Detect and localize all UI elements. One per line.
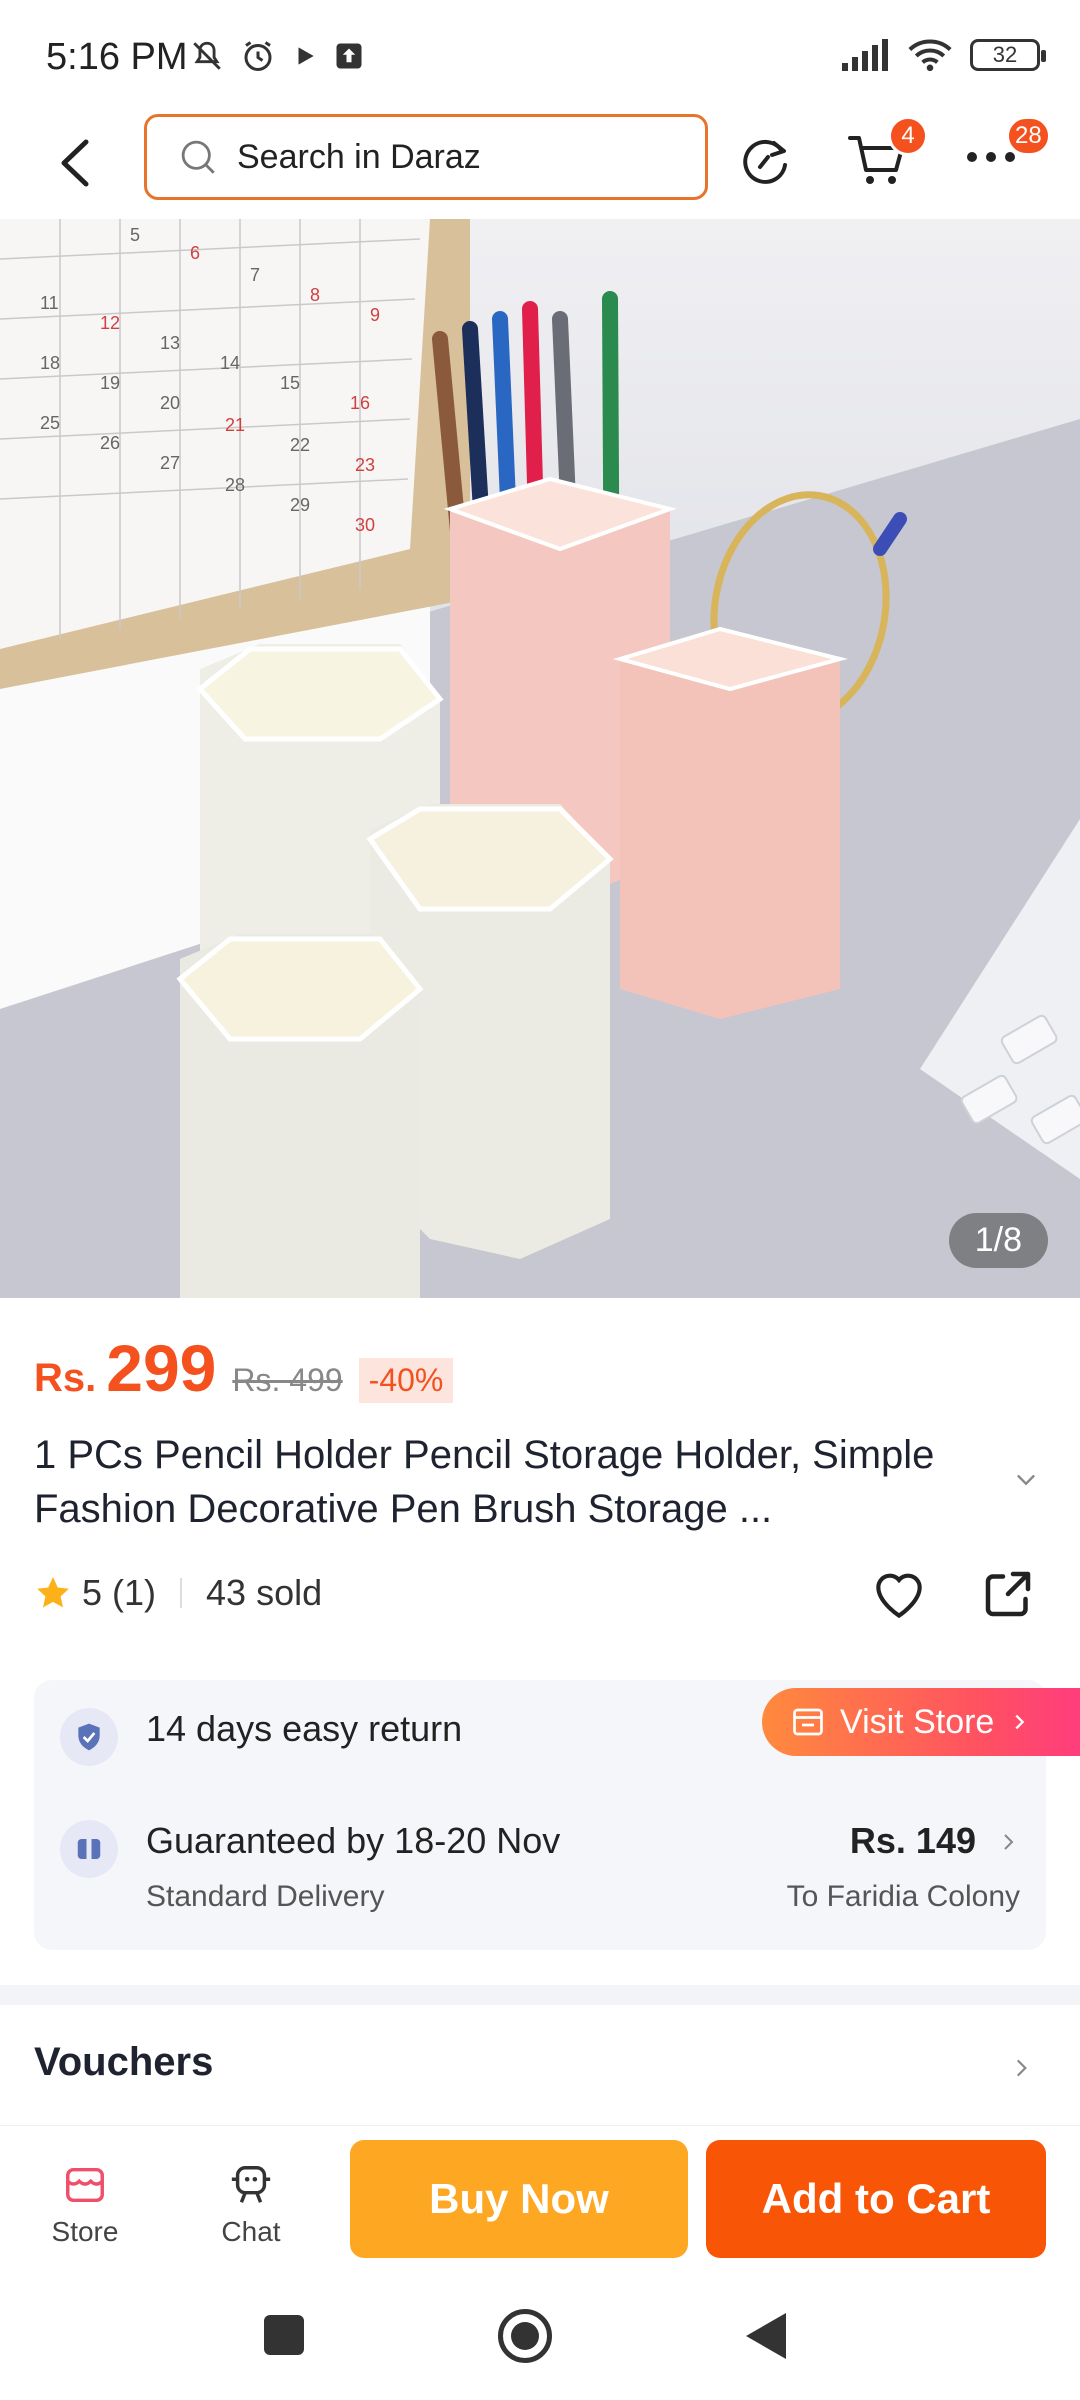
chevron-right-icon bbox=[1015, 1714, 1025, 1730]
visit-store-button[interactable]: Visit Store bbox=[762, 1688, 1080, 1756]
upload-icon bbox=[336, 43, 362, 69]
search-bar[interactable]: Search in Daraz bbox=[144, 114, 708, 200]
divider bbox=[180, 1578, 183, 1608]
chat-label: Chat bbox=[221, 2216, 281, 2247]
cart-button[interactable]: 4 bbox=[840, 116, 930, 200]
home-button[interactable] bbox=[498, 2309, 552, 2363]
price-value: 299 bbox=[106, 1331, 217, 1405]
return-policy: 14 days easy return bbox=[146, 1708, 463, 1749]
rating-row[interactable]: 5 (1) 43 sold bbox=[34, 1572, 322, 1614]
svg-text:11: 11 bbox=[40, 293, 59, 313]
play-icon bbox=[298, 47, 314, 65]
svg-text:8: 8 bbox=[310, 285, 320, 305]
delivery-box-icon bbox=[60, 1820, 118, 1878]
chevron-right-icon[interactable] bbox=[1008, 2055, 1034, 2081]
status-bar: 5:16 PM 32 bbox=[0, 0, 1080, 110]
original-price: Rs. 499 bbox=[232, 1362, 343, 1398]
status-right-icons: 32 bbox=[840, 38, 1046, 72]
svg-text:22: 22 bbox=[290, 435, 310, 455]
store-icon bbox=[66, 2167, 104, 2203]
battery-level: 32 bbox=[992, 42, 1018, 67]
store-label: Store bbox=[51, 2216, 119, 2247]
delivery-destination: To Faridia Colony bbox=[786, 1880, 1020, 1913]
svg-text:15: 15 bbox=[280, 373, 300, 393]
heart-icon[interactable] bbox=[868, 1564, 930, 1626]
search-icon bbox=[181, 140, 215, 174]
home-dot bbox=[511, 2322, 539, 2350]
sold-count: 43 sold bbox=[206, 1572, 323, 1613]
section-divider bbox=[0, 1985, 1080, 2005]
more-button[interactable]: 28 bbox=[962, 116, 1062, 200]
search-placeholder: Search in Daraz bbox=[237, 137, 481, 176]
product-image[interactable]: 5 6 7 8 9 11 12 13 14 15 16 18 19 20 21 22 23 25 26 27 28… bbox=[0, 219, 1080, 1298]
discount-badge: -40% bbox=[358, 1358, 454, 1403]
refresh-icon[interactable] bbox=[730, 125, 800, 195]
vouchers-title[interactable]: Vouchers bbox=[34, 2040, 213, 2085]
status-left-icons bbox=[190, 38, 364, 74]
svg-text:25: 25 bbox=[40, 413, 60, 433]
chat-tab[interactable]: Chat bbox=[196, 2162, 306, 2248]
svg-text:16: 16 bbox=[350, 393, 370, 413]
svg-text:29: 29 bbox=[290, 495, 310, 515]
chat-icon bbox=[231, 2166, 271, 2203]
svg-text:9: 9 bbox=[370, 305, 380, 325]
more-icon bbox=[967, 152, 1015, 162]
image-counter: 1/8 bbox=[948, 1213, 1048, 1268]
product-title[interactable]: 1 PCs Pencil Holder Pencil Storage Holde… bbox=[34, 1428, 1014, 1536]
svg-text:21: 21 bbox=[225, 415, 245, 435]
delivery-guarantee[interactable]: Guaranteed by 18-20 Nov bbox=[146, 1820, 560, 1862]
pencil-holder-image: 5 6 7 8 9 11 12 13 14 15 16 18 19 20 21 22 23 25 26 27 28… bbox=[0, 219, 1080, 1298]
svg-text:23: 23 bbox=[355, 455, 375, 475]
svg-text:28: 28 bbox=[225, 475, 245, 495]
star-icon bbox=[37, 1577, 69, 1608]
delivery-type: Standard Delivery bbox=[146, 1880, 385, 1913]
store-tab[interactable]: Store bbox=[30, 2162, 140, 2248]
svg-text:14: 14 bbox=[220, 353, 240, 373]
svg-text:5: 5 bbox=[130, 225, 140, 245]
chevron-right-icon[interactable] bbox=[996, 1830, 1020, 1854]
svg-text:19: 19 bbox=[100, 373, 120, 393]
shield-check-icon bbox=[60, 1708, 118, 1766]
svg-text:26: 26 bbox=[100, 433, 120, 453]
mute-icon bbox=[193, 41, 221, 70]
back-nav-icon[interactable] bbox=[744, 2311, 788, 2361]
svg-text:7: 7 bbox=[250, 265, 260, 285]
top-header: Search in Daraz 4 28 bbox=[0, 110, 1080, 220]
rating-count: (1) bbox=[112, 1572, 157, 1613]
rating-value: 5 bbox=[82, 1572, 103, 1613]
shipping-fee[interactable]: Rs. 149 bbox=[850, 1820, 976, 1862]
visit-store-label: Visit Store bbox=[840, 1702, 995, 1741]
cart-badge: 4 bbox=[888, 116, 928, 156]
add-to-cart-button[interactable]: Add to Cart bbox=[706, 2140, 1046, 2258]
chevron-down-icon[interactable] bbox=[1012, 1465, 1040, 1493]
battery-icon: 32 bbox=[970, 39, 1046, 71]
status-time: 5:16 PM bbox=[46, 36, 188, 78]
system-nav-bar bbox=[0, 2275, 1080, 2400]
svg-text:13: 13 bbox=[160, 333, 180, 353]
share-icon[interactable] bbox=[978, 1564, 1038, 1624]
svg-text:27: 27 bbox=[160, 453, 180, 473]
price-row: Rs. 299 Rs. 499 -40% bbox=[34, 1330, 454, 1406]
svg-text:12: 12 bbox=[100, 313, 120, 333]
price-currency: Rs. bbox=[34, 1356, 97, 1400]
buy-now-button[interactable]: Buy Now bbox=[350, 2140, 688, 2258]
alarm-icon bbox=[244, 41, 272, 71]
svg-text:30: 30 bbox=[355, 515, 375, 535]
wifi-icon bbox=[908, 39, 952, 72]
signal-icon bbox=[842, 39, 888, 71]
back-arrow-icon[interactable] bbox=[50, 128, 100, 198]
store-icon bbox=[793, 1708, 823, 1736]
svg-text:20: 20 bbox=[160, 393, 180, 413]
more-badge: 28 bbox=[1006, 116, 1051, 156]
recents-button[interactable] bbox=[264, 2315, 304, 2355]
bottom-action-bar: Store Chat Buy Now Add to Cart bbox=[0, 2125, 1080, 2275]
svg-text:18: 18 bbox=[40, 353, 60, 373]
svg-text:6: 6 bbox=[190, 243, 200, 263]
